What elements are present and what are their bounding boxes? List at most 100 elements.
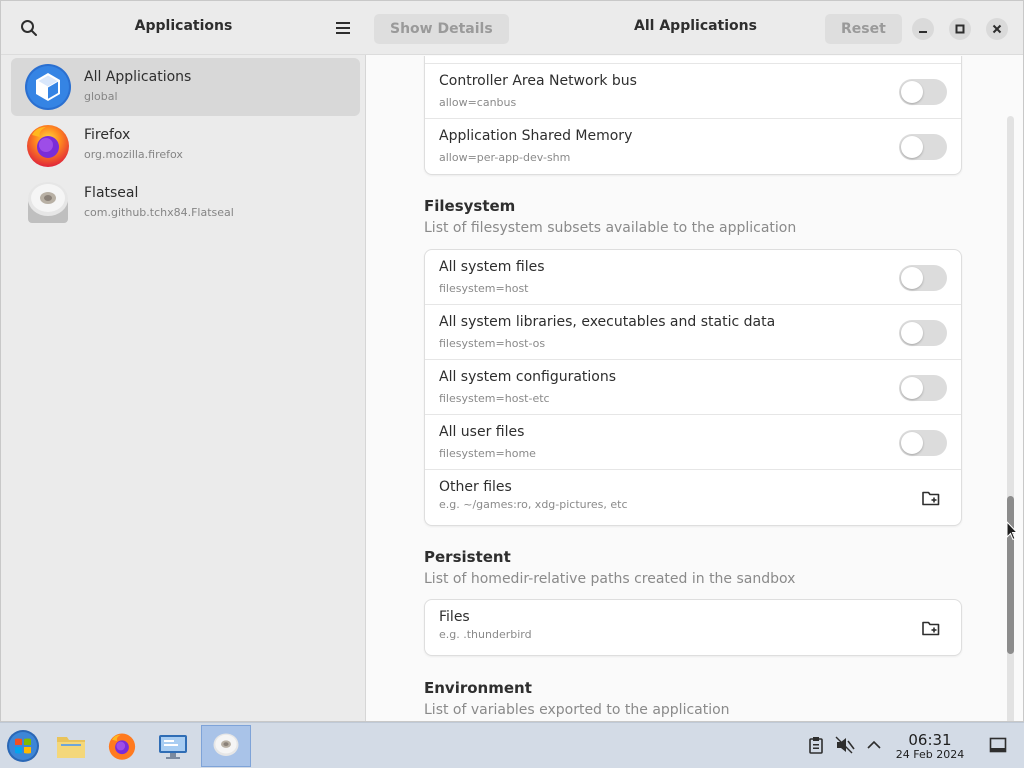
folder-new-icon (922, 621, 940, 636)
devices-row-partial (425, 56, 961, 64)
notification-icon (989, 737, 1007, 753)
permission-key: filesystem=host (439, 282, 529, 295)
permission-row-host: All system files filesystem=host (425, 250, 961, 305)
toggle-knob (901, 267, 923, 289)
persistent-card: Files e.g. .thunderbird (424, 599, 962, 656)
clock-time[interactable]: 06:31 (895, 731, 965, 749)
permission-title: Application Shared Memory (439, 128, 633, 144)
all-applications-icon (25, 64, 71, 110)
permission-row-other-files: Other files e.g. ~/games:ro, xdg-picture… (425, 470, 961, 525)
permission-row-canbus: Controller Area Network bus allow=canbus (425, 64, 961, 119)
close-button[interactable] (986, 18, 1008, 40)
chevron-up-icon (867, 740, 881, 749)
persistent-section-title: Persistent (424, 548, 511, 566)
permission-title: All system configurations (439, 369, 617, 385)
permission-row-shared-memory: Application Shared Memory allow=per-app-… (425, 119, 961, 174)
host-toggle[interactable] (899, 265, 947, 291)
toggle-knob (901, 432, 923, 454)
filesystem-section-subtitle: List of filesystem subsets available to … (424, 220, 797, 236)
canbus-toggle[interactable] (899, 79, 947, 105)
permission-key: filesystem=home (439, 447, 536, 460)
application-list: All Applications global Firefox org.mozi… (11, 58, 360, 232)
permissions-panel: Show Details All Applications Reset Cont… (366, 1, 1023, 721)
add-persistent-file-button[interactable] (919, 616, 943, 640)
app-id: org.mozilla.firefox (84, 148, 183, 161)
sidebar-title: Applications (134, 18, 233, 34)
taskbar-system-settings[interactable] (150, 725, 196, 767)
toggle-knob (901, 377, 923, 399)
permission-row-host-etc: All system configurations filesystem=hos… (425, 360, 961, 415)
minimize-button[interactable] (912, 18, 934, 40)
app-name: All Applications (84, 69, 192, 85)
toggle-knob (901, 136, 923, 158)
volume-muted-icon (835, 736, 855, 754)
clipboard-icon (809, 737, 823, 754)
sidebar-header: Applications (1, 1, 366, 55)
taskbar-firefox[interactable] (99, 725, 145, 767)
taskbar-files[interactable] (48, 725, 94, 767)
hamburger-menu-icon (336, 22, 350, 34)
host-os-toggle[interactable] (899, 320, 947, 346)
maximize-icon (955, 24, 965, 34)
permission-title: Controller Area Network bus (439, 73, 637, 89)
app-row-all-applications[interactable]: All Applications global (11, 58, 360, 116)
flatseal-icon (28, 182, 68, 223)
vertical-scrollbar[interactable] (1007, 116, 1014, 721)
permissions-scroll-area: Controller Area Network bus allow=canbus… (366, 56, 1023, 721)
clipboard-tray-button[interactable] (806, 735, 826, 755)
toggle-knob (901, 322, 923, 344)
app-id: com.github.tchx84.Flatseal (84, 206, 234, 219)
show-details-button[interactable]: Show Details (374, 14, 509, 44)
add-other-file-button[interactable] (919, 486, 943, 510)
taskbar: 06:31 24 Feb 2024 (0, 722, 1024, 768)
permission-example: e.g. ~/games:ro, xdg-pictures, etc (439, 498, 628, 511)
system-settings-icon (159, 735, 187, 759)
permission-example: e.g. .thunderbird (439, 628, 532, 641)
flatseal-window: Applications All Applications global Fir… (0, 0, 1024, 722)
app-id: global (84, 90, 118, 103)
scrollbar-thumb[interactable] (1007, 496, 1014, 654)
flatseal-icon (213, 733, 239, 756)
permission-key: allow=canbus (439, 96, 517, 109)
permission-key: filesystem=host-os (439, 337, 546, 350)
host-etc-toggle[interactable] (899, 375, 947, 401)
permission-row-host-os: All system libraries, executables and st… (425, 305, 961, 360)
app-row-flatseal[interactable]: Flatseal com.github.tchx84.Flatseal (11, 174, 360, 232)
home-toggle[interactable] (899, 430, 947, 456)
permission-key: filesystem=host-etc (439, 392, 550, 405)
permission-title: All system libraries, executables and st… (439, 314, 776, 330)
app-row-firefox[interactable]: Firefox org.mozilla.firefox (11, 116, 360, 174)
folder-new-icon (922, 491, 940, 506)
folder-icon (57, 737, 85, 758)
environment-section-title: Environment (424, 679, 532, 697)
start-menu-icon (7, 730, 39, 762)
permission-key: allow=per-app-dev-shm (439, 151, 571, 164)
environment-section-subtitle: List of variables exported to the applic… (424, 702, 730, 718)
taskbar-flatseal[interactable] (201, 725, 251, 767)
firefox-icon (108, 733, 136, 760)
start-button[interactable] (0, 725, 46, 767)
minimize-icon (919, 31, 927, 33)
permission-title: All system files (439, 259, 545, 275)
clock-date[interactable]: 24 Feb 2024 (889, 748, 971, 761)
app-name: Firefox (84, 127, 131, 143)
content-header: Show Details All Applications Reset (366, 1, 1023, 55)
permission-title: Other files (439, 479, 512, 495)
permission-title: All user files (439, 424, 525, 440)
filesystem-card: All system files filesystem=host All sys… (424, 249, 962, 526)
persistent-section-subtitle: List of homedir-relative paths created i… (424, 571, 796, 587)
mouse-cursor-icon (1006, 521, 1018, 541)
maximize-button[interactable] (949, 18, 971, 40)
firefox-icon (27, 125, 69, 167)
show-desktop-button[interactable] (988, 735, 1008, 755)
main-menu-button[interactable] (329, 14, 357, 42)
shared-memory-toggle[interactable] (899, 134, 947, 160)
devices-card: Controller Area Network bus allow=canbus… (424, 56, 962, 175)
toggle-knob (901, 81, 923, 103)
close-icon (992, 24, 1002, 34)
volume-tray-button[interactable] (835, 735, 855, 755)
tray-expand-button[interactable] (864, 735, 884, 755)
reset-button[interactable]: Reset (825, 14, 902, 44)
permission-title: Files (439, 609, 470, 625)
app-name: Flatseal (84, 185, 139, 201)
